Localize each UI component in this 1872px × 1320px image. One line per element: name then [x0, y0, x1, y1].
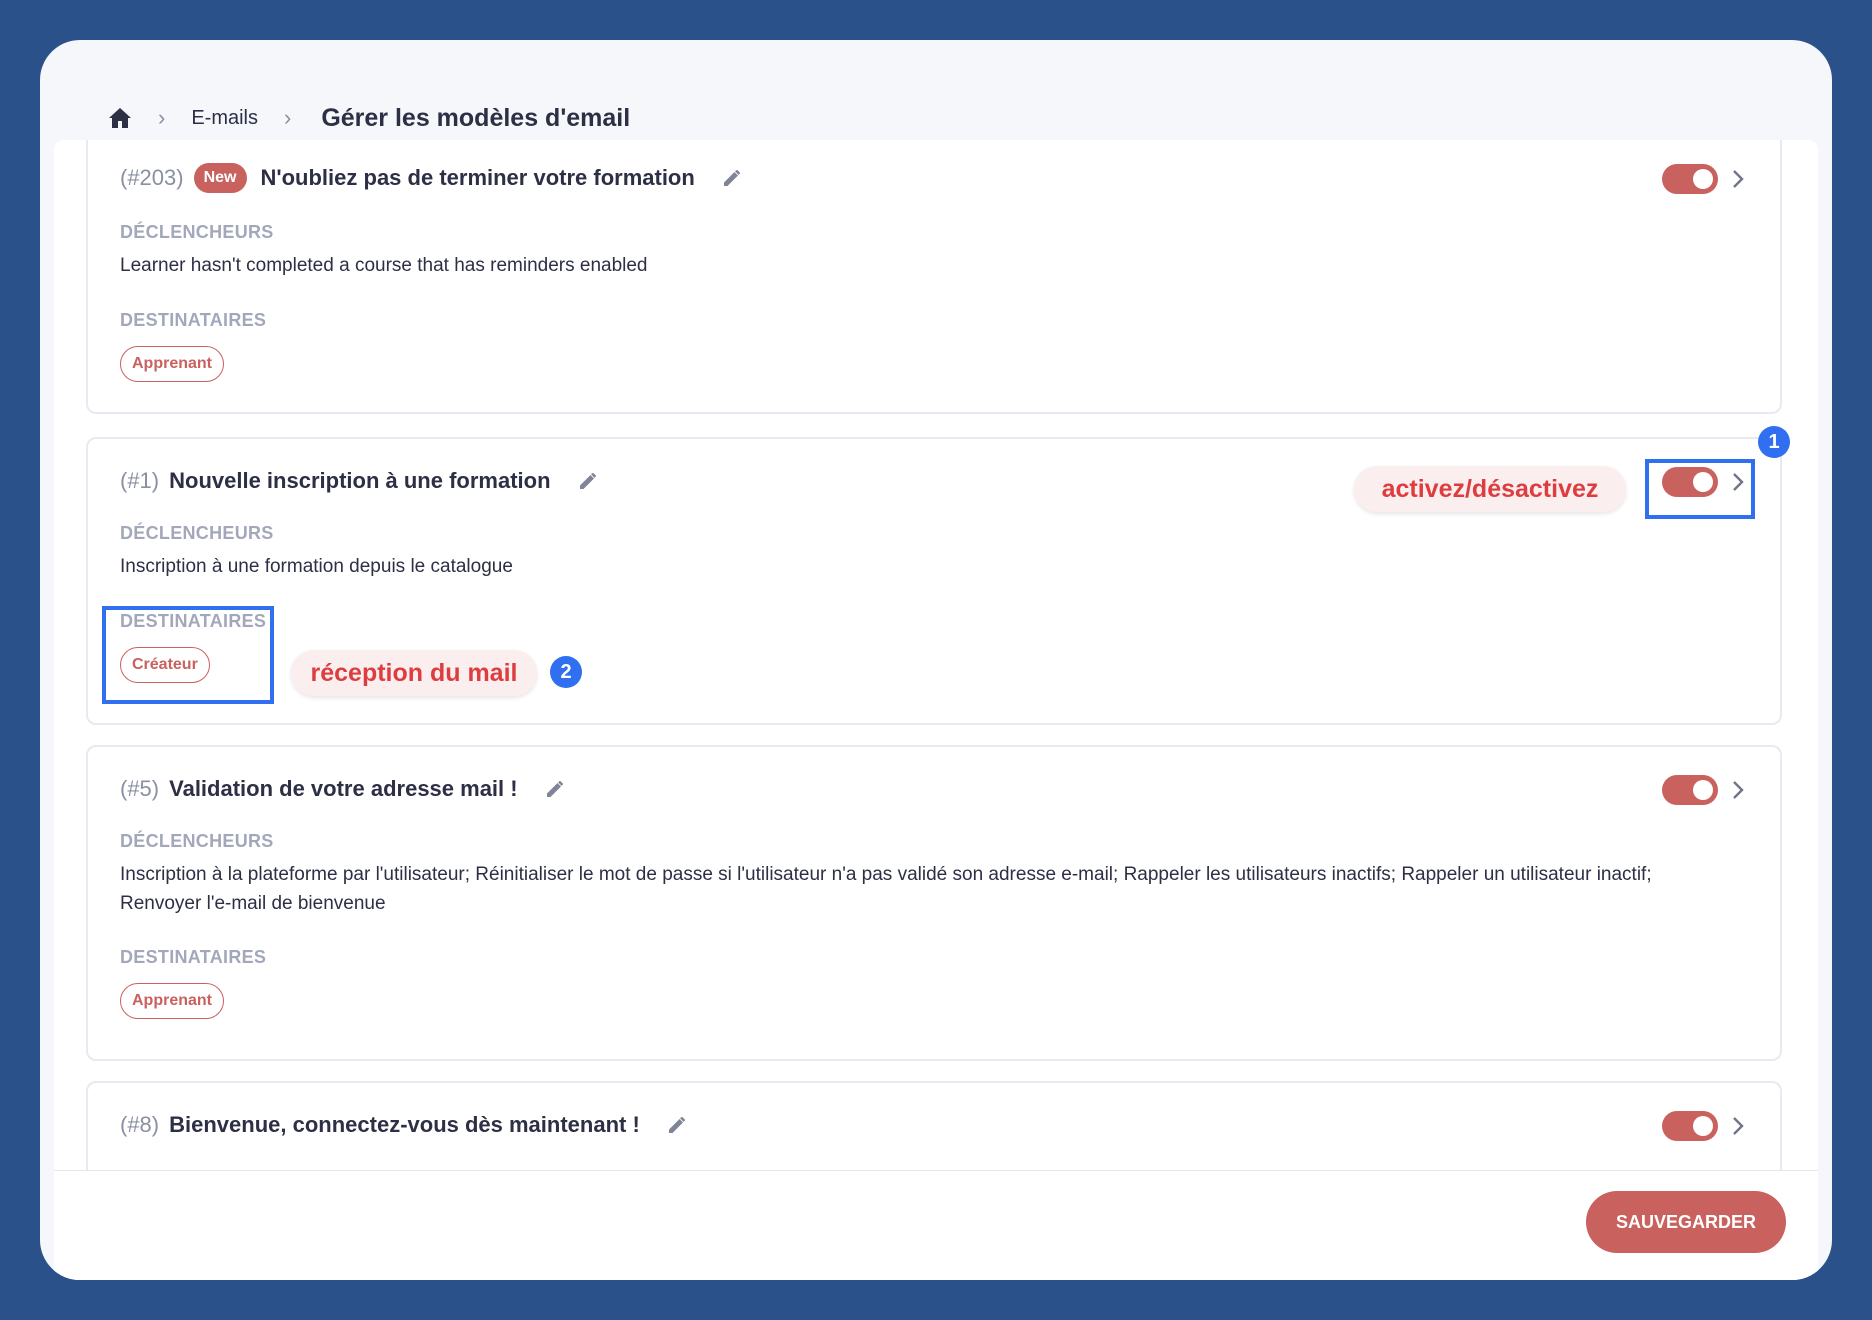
annotation-number-2: 2: [550, 656, 582, 688]
home-icon[interactable]: [108, 107, 132, 129]
templates-panel: (#203) New N'oubliez pas de terminer vot…: [54, 140, 1818, 1280]
triggers-text: Inscription à la plateforme par l'utilis…: [120, 864, 1652, 914]
template-title: Nouvelle inscription à une formation: [169, 468, 551, 493]
chevron-right-icon[interactable]: [1730, 168, 1746, 190]
recipients-callout: réception du mail: [291, 650, 537, 696]
template-card: (#8) Bienvenue, connectez-vous dès maint…: [86, 1081, 1782, 1170]
annotation-number-1: 1: [1758, 426, 1790, 458]
page-title: Gérer les modèles d'email: [321, 103, 631, 132]
save-button[interactable]: SAUVEGARDER: [1586, 1191, 1786, 1253]
enable-toggle[interactable]: [1662, 775, 1718, 805]
template-id: (#203): [120, 165, 184, 190]
pencil-icon[interactable]: [666, 1114, 688, 1136]
recipients-label: DESTINATAIRES: [120, 947, 267, 967]
new-badge: New: [193, 163, 247, 193]
pencil-icon[interactable]: [544, 778, 566, 800]
chevron-right-icon: ›: [158, 105, 166, 130]
enable-toggle[interactable]: [1662, 164, 1718, 194]
chevron-right-icon: ›: [284, 105, 292, 130]
footer-bar: SAUVEGARDER: [54, 1170, 1818, 1280]
triggers-label: DÉCLENCHEURS: [120, 831, 274, 851]
triggers-label: DÉCLENCHEURS: [120, 222, 274, 242]
template-id: (#8): [120, 1112, 160, 1137]
recipient-chip: Apprenant: [120, 346, 224, 382]
triggers-text: Inscription à une formation depuis le ca…: [120, 556, 513, 577]
enable-toggle[interactable]: [1662, 1111, 1718, 1141]
template-title: Bienvenue, connectez-vous dès maintenant…: [169, 1112, 640, 1137]
template-title: N'oubliez pas de terminer votre formatio…: [260, 165, 695, 190]
recipients-highlight-box: [102, 606, 274, 704]
template-card: (#203) New N'oubliez pas de terminer vot…: [86, 140, 1782, 414]
chevron-right-icon[interactable]: [1730, 779, 1746, 801]
toggle-callout: activez/désactivez: [1354, 466, 1626, 512]
breadcrumb-emails[interactable]: E-mails: [191, 107, 258, 130]
template-id: (#1): [120, 468, 160, 493]
breadcrumb: › E-mails › Gérer les modèles d'email: [108, 98, 630, 138]
pencil-icon[interactable]: [721, 167, 743, 189]
chevron-right-icon[interactable]: [1730, 1115, 1746, 1137]
template-title: Validation de votre adresse mail !: [169, 776, 518, 801]
toggle-highlight-box: [1645, 459, 1755, 519]
app-window: › E-mails › Gérer les modèles d'email (#…: [40, 40, 1832, 1280]
recipient-chip: Apprenant: [120, 983, 224, 1019]
triggers-text: Learner hasn't completed a course that h…: [120, 255, 648, 276]
pencil-icon[interactable]: [577, 470, 599, 492]
template-card: (#5) Validation de votre adresse mail ! …: [86, 745, 1782, 1061]
recipients-label: DESTINATAIRES: [120, 310, 267, 330]
template-id: (#5): [120, 776, 160, 801]
triggers-label: DÉCLENCHEURS: [120, 523, 274, 543]
